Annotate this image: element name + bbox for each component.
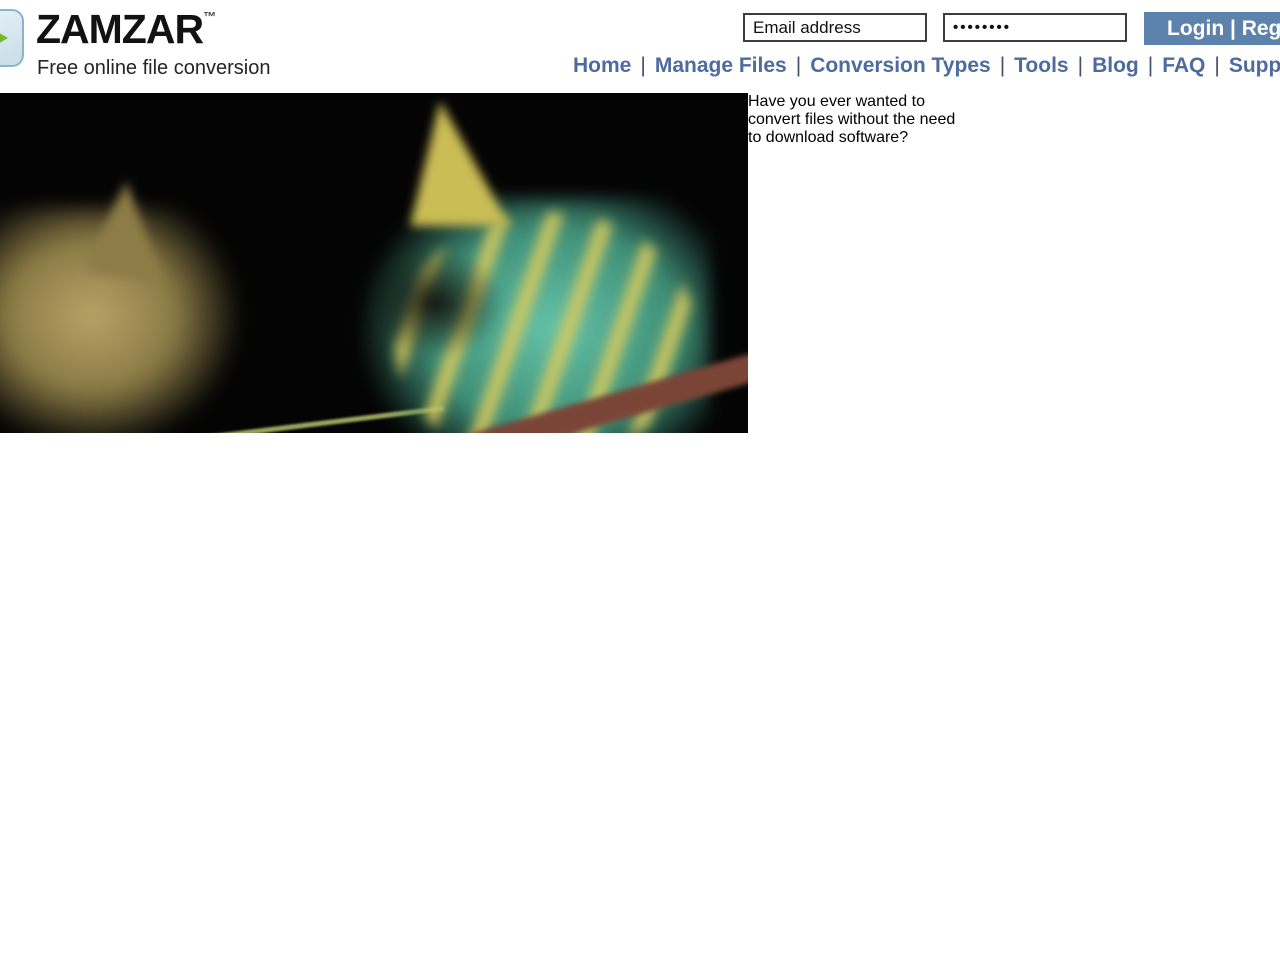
- nav-separator: |: [1148, 54, 1153, 77]
- nav-separator: |: [1214, 54, 1219, 77]
- nav-item-blog[interactable]: Blog: [1092, 54, 1139, 77]
- nav-separator: |: [796, 54, 801, 77]
- nav-separator: |: [1000, 54, 1005, 77]
- banner-headline-line3: to download software?: [748, 129, 1280, 147]
- zamzar-logo-icon: [0, 9, 24, 67]
- nav-item-home[interactable]: Home: [573, 54, 631, 77]
- nav-item-tools[interactable]: Tools: [1014, 54, 1068, 77]
- banner-headline-line1: Have you ever wanted to: [748, 93, 1280, 111]
- brand-name: ZAMZAR™: [36, 6, 215, 53]
- banner-headline-line2: convert files without the need: [748, 111, 1280, 129]
- hero-banner: Have you ever wanted to convert files wi…: [0, 93, 1280, 433]
- header: ZAMZAR™ Free online file conversion Logi…: [0, 0, 1280, 93]
- nav-separator: |: [640, 54, 645, 77]
- nav-item-manage-files[interactable]: Manage Files: [655, 54, 787, 77]
- email-login-input[interactable]: [743, 13, 927, 42]
- brand-tagline: Free online file conversion: [37, 57, 270, 80]
- green-arrow-icon: [0, 24, 8, 52]
- main-nav: Home | Manage Files | Conversion Types | Tools…: [573, 54, 1280, 78]
- left-chameleon-crest: [82, 177, 180, 285]
- zamzar-page: ZAMZAR™ Free online file conversion Logi…: [0, 0, 1280, 960]
- nav-item-conversion-types[interactable]: Conversion Types: [810, 54, 991, 77]
- banner-blue-panel: Have you ever wanted to convert files wi…: [748, 93, 1280, 433]
- right-chameleon-head: [365, 248, 505, 358]
- brand-name-text: ZAMZAR: [36, 6, 203, 52]
- nav-item-faq[interactable]: FAQ: [1162, 54, 1205, 77]
- banner-headline: Have you ever wanted to convert files wi…: [748, 93, 1280, 147]
- trademark-symbol: ™: [203, 9, 215, 24]
- nav-item-support[interactable]: Support: [1229, 54, 1280, 77]
- nav-separator: |: [1078, 54, 1083, 77]
- right-chameleon-crest: [410, 101, 510, 226]
- login-register-button[interactable]: Login | Register: [1144, 12, 1280, 45]
- chameleon-photo: [0, 93, 748, 433]
- password-input[interactable]: [943, 13, 1127, 42]
